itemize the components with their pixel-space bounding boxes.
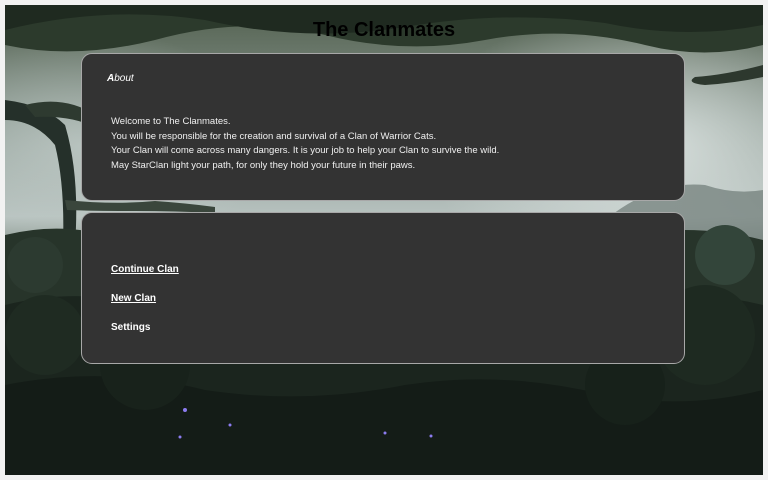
about-line: You will be responsible for the creation… <box>111 130 437 142</box>
about-line: Your Clan will come across many dangers.… <box>111 145 500 156</box>
about-heading: About <box>107 73 134 84</box>
about-line: May StarClan light your path, for only t… <box>111 159 416 171</box>
settings-link[interactable]: Settings <box>111 322 150 333</box>
about-heading-rest: bout <box>114 73 134 84</box>
about-line: Welcome to The Clanmates. <box>111 116 231 127</box>
continue-clan-link[interactable]: Continue Clan <box>111 264 179 275</box>
about-text: Welcome to The Clanmates. You will be re… <box>111 115 499 173</box>
about-panel: About Welcome to The Clanmates. You will… <box>81 53 685 201</box>
main-menu-panel: Continue Clan New Clan Settings <box>81 212 685 364</box>
game-window: The Clanmates About Welcome to The Clanm… <box>5 5 763 475</box>
new-clan-link[interactable]: New Clan <box>111 293 156 304</box>
page-title: The Clanmates <box>312 19 456 41</box>
